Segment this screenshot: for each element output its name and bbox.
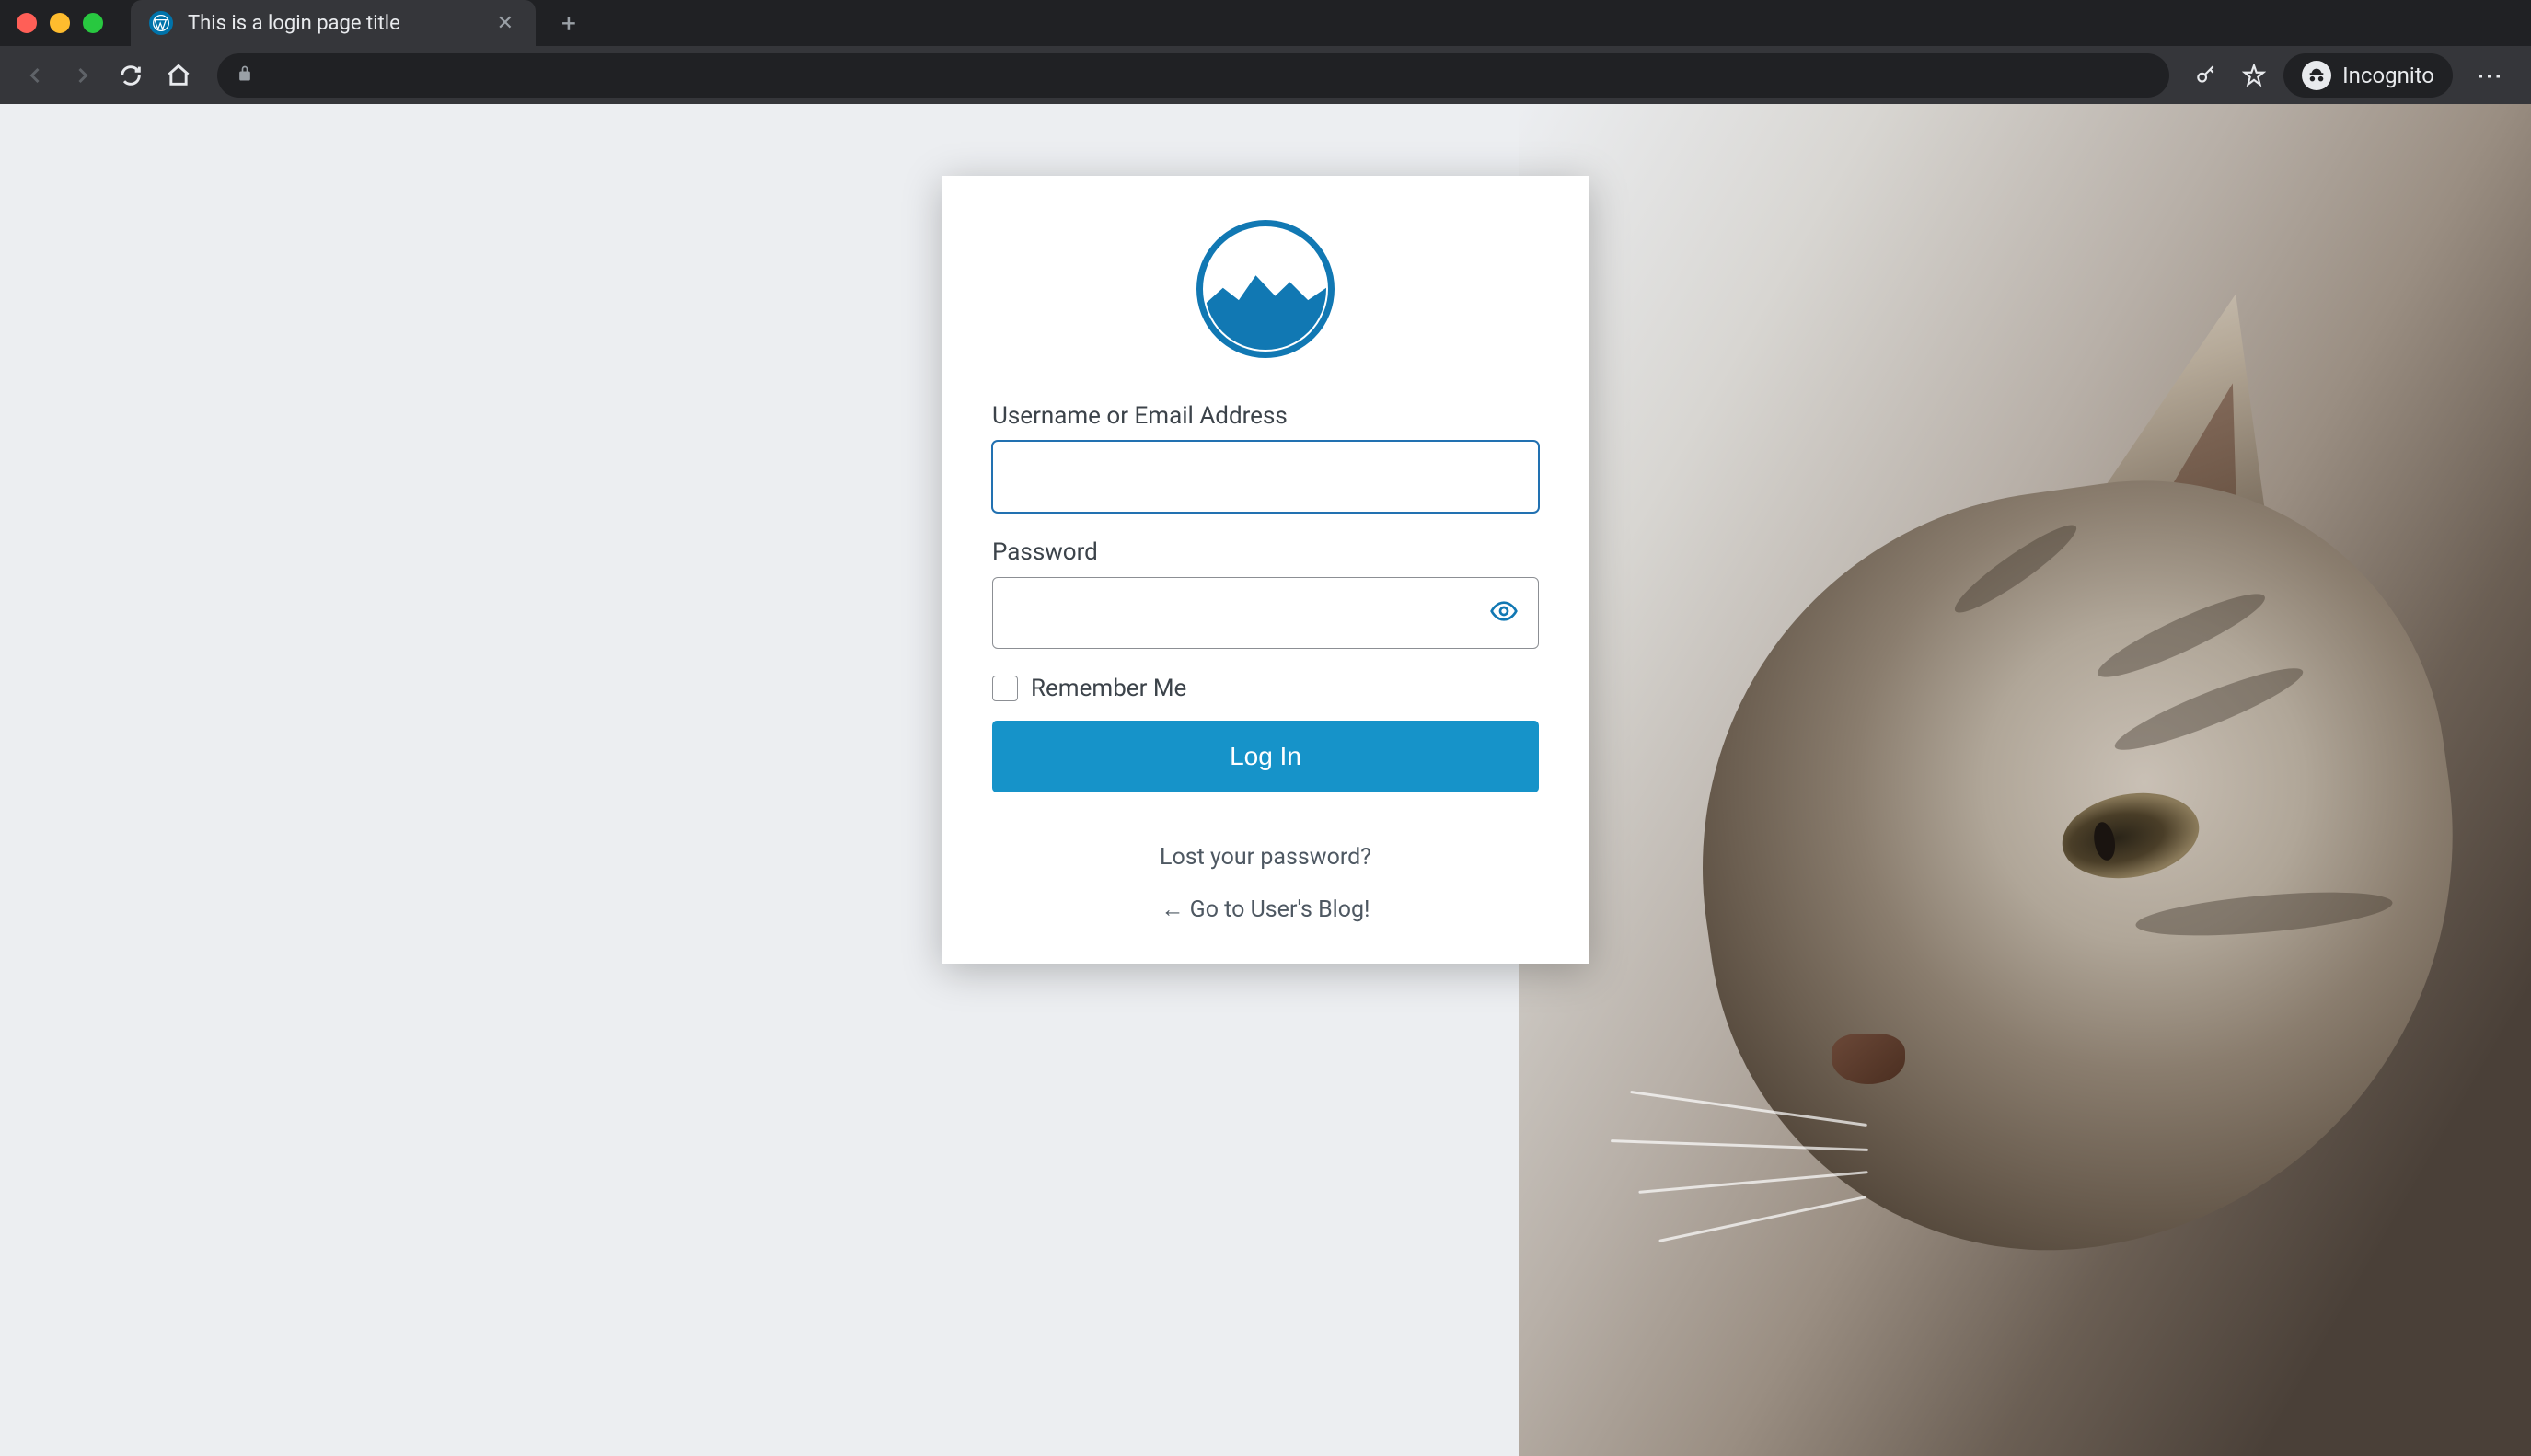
- password-input[interactable]: [992, 577, 1539, 649]
- remember-me-checkbox[interactable]: [992, 676, 1018, 701]
- wordpress-favicon-icon: [149, 11, 173, 35]
- incognito-icon: [2302, 61, 2331, 90]
- remember-me-row: Remember Me: [992, 675, 1539, 702]
- back-button[interactable]: [15, 55, 55, 96]
- tab-bar: This is a login page title ✕ +: [0, 0, 2531, 46]
- lock-icon: [236, 64, 254, 87]
- show-password-icon[interactable]: [1482, 589, 1526, 637]
- site-logo[interactable]: [992, 220, 1539, 358]
- window-close-button[interactable]: [17, 13, 37, 33]
- back-to-site-link[interactable]: ← Go to User's Blog!: [992, 896, 1539, 923]
- username-group: Username or Email Address: [992, 402, 1539, 513]
- tab-close-icon[interactable]: ✕: [493, 8, 517, 39]
- forward-button[interactable]: [63, 55, 103, 96]
- window-minimize-button[interactable]: [50, 13, 70, 33]
- window-maximize-button[interactable]: [83, 13, 103, 33]
- browser-chrome: This is a login page title ✕ +: [0, 0, 2531, 104]
- address-bar[interactable]: [217, 53, 2169, 98]
- password-label: Password: [992, 538, 1539, 566]
- lost-password-link[interactable]: Lost your password?: [992, 844, 1539, 871]
- bookmark-star-icon[interactable]: [2236, 57, 2272, 94]
- incognito-label: Incognito: [2342, 63, 2434, 88]
- incognito-badge[interactable]: Incognito: [2283, 53, 2453, 98]
- logo-icon: [1196, 220, 1335, 358]
- login-card: Username or Email Address Password Remem…: [942, 176, 1589, 964]
- window-controls: [17, 13, 103, 33]
- new-tab-button[interactable]: +: [554, 5, 584, 42]
- cat-image: [1611, 233, 2531, 1456]
- browser-tab[interactable]: This is a login page title ✕: [131, 0, 536, 46]
- reload-button[interactable]: [110, 55, 151, 96]
- background-image: [1519, 104, 2531, 1456]
- browser-toolbar: Incognito ⋮: [0, 46, 2531, 104]
- toolbar-right: Incognito ⋮: [2188, 53, 2516, 98]
- remember-me-label: Remember Me: [1031, 675, 1186, 702]
- password-group: Password: [992, 538, 1539, 649]
- browser-menu-icon[interactable]: ⋮: [2464, 64, 2516, 87]
- password-key-icon[interactable]: [2188, 57, 2225, 94]
- login-button[interactable]: Log In: [992, 721, 1539, 792]
- login-links: Lost your password? ← Go to User's Blog!: [992, 844, 1539, 923]
- page-content: Username or Email Address Password Remem…: [0, 104, 2531, 1456]
- username-label: Username or Email Address: [992, 402, 1539, 430]
- home-button[interactable]: [158, 55, 199, 96]
- username-input[interactable]: [992, 441, 1539, 513]
- tab-title: This is a login page title: [188, 12, 479, 35]
